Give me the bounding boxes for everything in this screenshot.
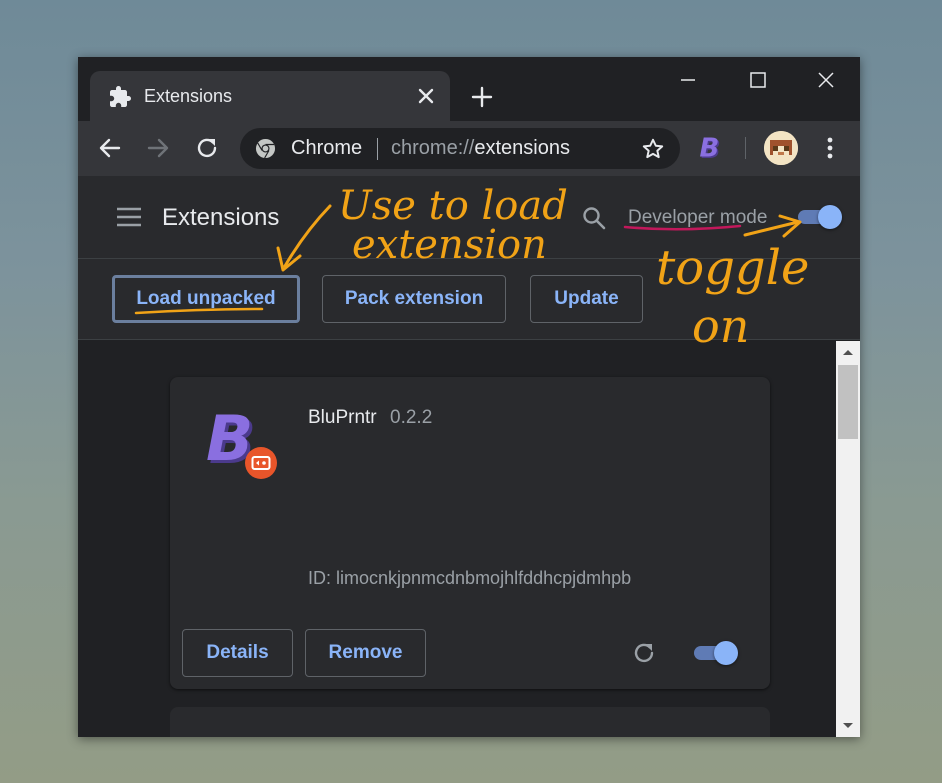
url-host: extensions <box>474 137 570 159</box>
address-bar[interactable]: Chrome chrome://extensions <box>240 128 680 169</box>
remove-button[interactable]: Remove <box>305 629 426 677</box>
more-menu-icon[interactable] <box>816 134 844 162</box>
extension-card: B B BluPrntr 0.2.2 ID: limocnkjpnmcdnbmo… <box>170 377 770 689</box>
update-button[interactable]: Update <box>530 275 643 323</box>
developer-toolbar: Load unpacked Pack extension Update <box>78 259 860 340</box>
developer-mode-toggle[interactable] <box>796 205 842 229</box>
scrollbar-thumb[interactable] <box>838 365 858 439</box>
extensions-list: B B BluPrntr 0.2.2 ID: limocnkjpnmcdnbmo… <box>78 341 860 737</box>
scrollbar[interactable] <box>836 341 860 737</box>
search-icon[interactable] <box>581 205 607 231</box>
scroll-down-arrow-icon[interactable] <box>836 715 860 737</box>
tab-extensions[interactable]: Extensions <box>90 71 450 121</box>
reload-extension-icon[interactable] <box>630 639 658 667</box>
avatar-pixel-face-icon <box>764 131 798 165</box>
extensions-header: Extensions Developer mode <box>78 176 860 259</box>
close-icon[interactable] <box>806 67 846 93</box>
tab-strip: Extensions <box>78 57 860 121</box>
minimize-icon[interactable] <box>668 67 708 93</box>
extension-enable-toggle[interactable] <box>692 641 738 665</box>
toggle-knob <box>818 205 842 229</box>
details-button[interactable]: Details <box>182 629 293 677</box>
extension-card-next <box>170 707 770 737</box>
toggle-knob <box>714 641 738 665</box>
toolbar-divider <box>745 137 746 159</box>
extension-version: 0.2.2 <box>390 407 433 428</box>
bluprntr-extension-icon[interactable]: B B <box>698 133 728 164</box>
page-title: Extensions <box>162 204 280 231</box>
omnibox-separator <box>377 138 378 160</box>
scroll-up-arrow-icon[interactable] <box>836 341 860 363</box>
maximize-icon[interactable] <box>738 67 778 93</box>
hamburger-menu-icon[interactable] <box>116 206 142 228</box>
load-unpacked-button[interactable]: Load unpacked <box>112 275 300 323</box>
developer-mode-label: Developer mode <box>628 207 768 228</box>
new-tab-icon[interactable] <box>468 83 496 111</box>
bookmark-star-icon[interactable] <box>640 136 666 162</box>
toolbar: Chrome chrome://extensions B B <box>78 121 860 176</box>
url-scheme: chrome:// <box>391 137 475 159</box>
avatar[interactable] <box>764 131 798 165</box>
extension-id: ID: limocnkjpnmcdnbmojhlfddhcpjdmhpb <box>308 568 632 588</box>
chrome-logo-icon <box>255 138 276 159</box>
back-arrow-icon[interactable] <box>96 134 124 162</box>
browser-window: Extensions Chrome chrome://extensions B … <box>78 57 860 737</box>
svg-text:B: B <box>700 134 720 164</box>
forward-arrow-icon[interactable] <box>144 134 172 162</box>
puzzle-piece-icon <box>110 86 131 107</box>
tab-title: Extensions <box>144 86 233 106</box>
pack-extension-button[interactable]: Pack extension <box>322 275 506 323</box>
close-tab-icon[interactable] <box>414 84 438 108</box>
extension-name: BluPrntr <box>308 407 377 428</box>
reload-icon[interactable] <box>193 134 221 162</box>
bluprntr-logo-icon: B B <box>206 405 277 479</box>
omnibox-site-label: Chrome <box>291 137 363 159</box>
omnibox-url: chrome://extensions <box>391 137 570 160</box>
